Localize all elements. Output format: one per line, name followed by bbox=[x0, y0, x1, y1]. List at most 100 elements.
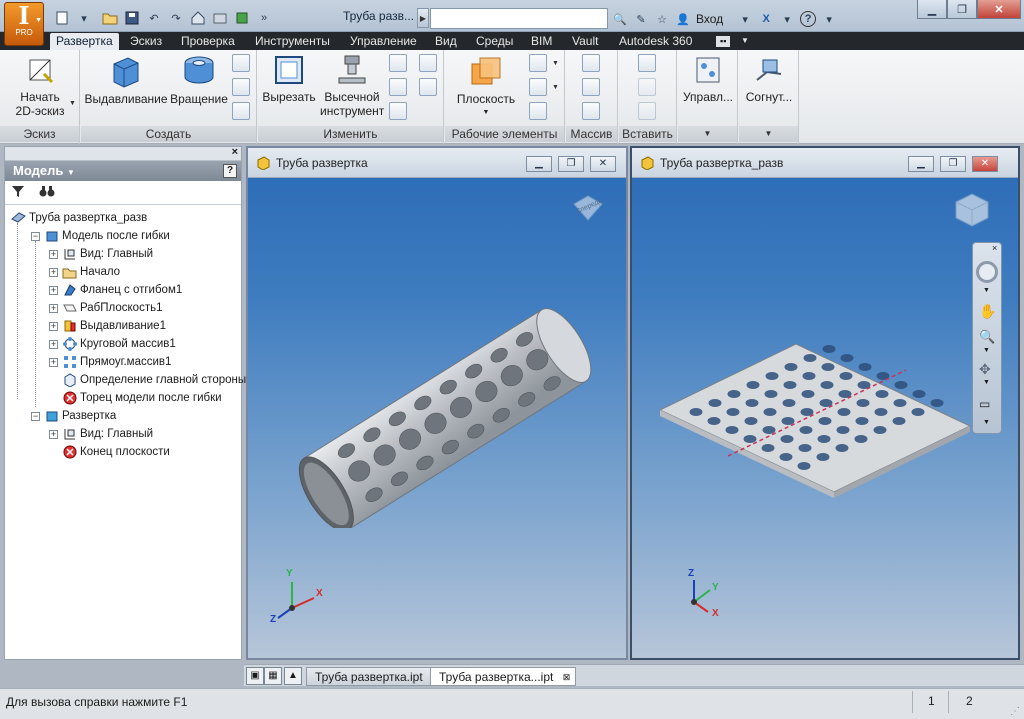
manage-expand-icon[interactable]: ▼ bbox=[678, 126, 737, 142]
filter-icon[interactable] bbox=[11, 184, 25, 201]
ribbon-options-dropdown-icon[interactable]: ▼ bbox=[735, 33, 755, 50]
help-icon[interactable]: ? bbox=[800, 11, 817, 27]
tree-node[interactable]: Конец плоскости bbox=[62, 443, 170, 461]
expand-icon[interactable]: + bbox=[49, 339, 58, 349]
tree-node[interactable]: + Начало bbox=[49, 263, 120, 281]
close-icon[interactable]: ✕ bbox=[977, 0, 1021, 19]
expand-icon[interactable]: + bbox=[49, 249, 58, 259]
tab-environments[interactable]: Среды bbox=[470, 33, 519, 50]
ucs-icon[interactable] bbox=[529, 102, 547, 120]
manage-button[interactable]: Управл... bbox=[678, 54, 738, 104]
viewport-flat-pattern[interactable]: Труба развертка_разв ▁ ❐ ✕ × ▼ ✋ 🔍 ▼ ✥ ▼… bbox=[630, 146, 1020, 660]
expand-icon[interactable]: + bbox=[49, 321, 58, 331]
tree-node[interactable]: + Выдавливание1 bbox=[49, 317, 166, 335]
save-icon[interactable] bbox=[124, 10, 140, 26]
title-expand-icon[interactable]: ▶ bbox=[417, 8, 429, 28]
cut-button[interactable]: Вырезать bbox=[258, 54, 320, 104]
ribbon-options-icon[interactable]: ▪▪ bbox=[716, 36, 731, 47]
redo-icon[interactable]: ↷ bbox=[168, 10, 184, 26]
open-folder-icon[interactable] bbox=[102, 10, 118, 26]
chevron-down-icon[interactable]: ▼ bbox=[983, 419, 990, 426]
close-icon[interactable]: × bbox=[232, 146, 238, 158]
chevron-down-icon[interactable]: ▼ bbox=[983, 287, 990, 294]
login-button[interactable]: Вход bbox=[696, 12, 723, 26]
tree-node[interactable]: Труба развертка_разв bbox=[11, 209, 147, 227]
restore-icon[interactable]: ❐ bbox=[947, 0, 977, 19]
viewcube[interactable]: Спереди bbox=[570, 192, 606, 224]
new-file-icon[interactable] bbox=[54, 10, 70, 26]
tab-vault[interactable]: Vault bbox=[566, 33, 604, 50]
mirror-icon[interactable] bbox=[582, 102, 600, 120]
restore-icon[interactable]: ❐ bbox=[558, 156, 584, 172]
restore-icon[interactable]: ❐ bbox=[940, 156, 966, 172]
plane-button[interactable]: Плоскость ▼ bbox=[449, 54, 523, 120]
loft-icon[interactable] bbox=[232, 54, 250, 72]
expand-icon[interactable]: + bbox=[49, 357, 58, 367]
circular-pattern-icon[interactable] bbox=[582, 78, 600, 96]
chevron-down-icon[interactable]: ▼ bbox=[983, 347, 990, 354]
tab-inspect[interactable]: Проверка bbox=[175, 33, 241, 50]
tree-node[interactable]: + Круговой массив1 bbox=[49, 335, 176, 353]
chevron-down-icon[interactable]: ▼ bbox=[69, 100, 76, 107]
browser-title-bar[interactable]: Модель ▼ ? bbox=[5, 161, 241, 181]
fillet-icon[interactable] bbox=[389, 78, 407, 96]
tab-view[interactable]: Вид bbox=[429, 33, 463, 50]
extrude-button[interactable]: Выдавливание bbox=[83, 54, 169, 106]
help-icon[interactable]: ? bbox=[223, 164, 237, 178]
corner-round-icon[interactable] bbox=[419, 54, 437, 72]
tree-node[interactable]: + Вид: Главный bbox=[49, 425, 153, 443]
fold-button[interactable]: Согнут... bbox=[739, 54, 799, 104]
search-input[interactable] bbox=[430, 8, 608, 29]
document-tab-active[interactable]: Труба развертка...ipt ⊠ bbox=[430, 667, 577, 686]
tree-node[interactable]: Торец модели после гибки bbox=[62, 389, 222, 407]
tree-node[interactable]: + Прямоуг.массив1 bbox=[49, 353, 171, 371]
tree-node[interactable]: Определение главной стороны bbox=[62, 371, 246, 389]
fold-expand-icon[interactable]: ▼ bbox=[739, 126, 798, 142]
pan-hand-icon[interactable]: ✋ bbox=[979, 303, 996, 320]
tree-node[interactable]: − Модель после гибки bbox=[31, 227, 170, 245]
expand-icon[interactable]: + bbox=[49, 267, 58, 277]
home-icon[interactable] bbox=[190, 10, 206, 26]
corner-chamfer-icon[interactable] bbox=[419, 78, 437, 96]
tab-bim[interactable]: BIM bbox=[525, 33, 558, 50]
zoom-icon[interactable]: 🔍 bbox=[979, 329, 995, 345]
expand-icon[interactable]: + bbox=[49, 429, 58, 439]
expand-icon[interactable]: + bbox=[49, 285, 58, 295]
viewcube[interactable] bbox=[952, 190, 992, 233]
close-icon[interactable]: × bbox=[992, 243, 997, 253]
work-axis-icon[interactable] bbox=[529, 54, 547, 72]
expand-icon[interactable]: + bbox=[49, 303, 58, 313]
collapse-icon[interactable]: − bbox=[31, 231, 40, 241]
revolve-button[interactable]: Вращение bbox=[169, 54, 229, 106]
new-dropdown-icon[interactable]: ▾ bbox=[76, 10, 92, 26]
communication-center-icon[interactable]: ✎ bbox=[633, 11, 649, 27]
find-binoculars-icon[interactable] bbox=[39, 184, 55, 201]
punch-tool-button[interactable]: Высечной инструмент bbox=[320, 54, 384, 118]
steering-wheel-icon[interactable] bbox=[976, 261, 998, 283]
close-icon[interactable]: ⊠ bbox=[563, 668, 571, 686]
open-documents-icon[interactable]: ▲ bbox=[284, 667, 302, 685]
exchange-x-icon[interactable]: X bbox=[758, 11, 774, 27]
tree-node[interactable]: + Фланец с отгибом1 bbox=[49, 281, 182, 299]
chevron-down-icon[interactable]: ▼ bbox=[983, 379, 990, 386]
tree-node[interactable]: + РабПлоскость1 bbox=[49, 299, 162, 317]
resize-grip-icon[interactable]: ⋰ bbox=[1010, 706, 1020, 717]
login-dropdown-icon[interactable]: ▾ bbox=[737, 11, 753, 27]
rectangular-pattern-icon[interactable] bbox=[582, 54, 600, 72]
work-point-icon[interactable] bbox=[529, 78, 547, 96]
tile-windows-icon[interactable]: ▦ bbox=[264, 667, 282, 685]
close-icon[interactable]: ✕ bbox=[972, 156, 998, 172]
start-2d-sketch-button[interactable]: Начать 2D-эскиз bbox=[4, 54, 76, 118]
binoculars-icon[interactable]: 🔍 bbox=[612, 11, 628, 27]
minimize-icon[interactable]: ▁ bbox=[917, 0, 947, 19]
update-icon[interactable] bbox=[234, 10, 250, 26]
chevron-down-icon[interactable]: ▼ bbox=[552, 84, 559, 91]
tab-manage[interactable]: Управление bbox=[344, 33, 423, 50]
tab-sketch[interactable]: Эскиз bbox=[124, 33, 168, 50]
place-icon[interactable] bbox=[638, 102, 656, 120]
cascade-windows-icon[interactable]: ▣ bbox=[246, 667, 264, 685]
image-icon[interactable] bbox=[212, 10, 228, 26]
look-at-icon[interactable]: ▭ bbox=[979, 397, 990, 411]
exchange-dropdown-icon[interactable]: ▾ bbox=[779, 11, 795, 27]
coil-icon[interactable] bbox=[232, 102, 250, 120]
